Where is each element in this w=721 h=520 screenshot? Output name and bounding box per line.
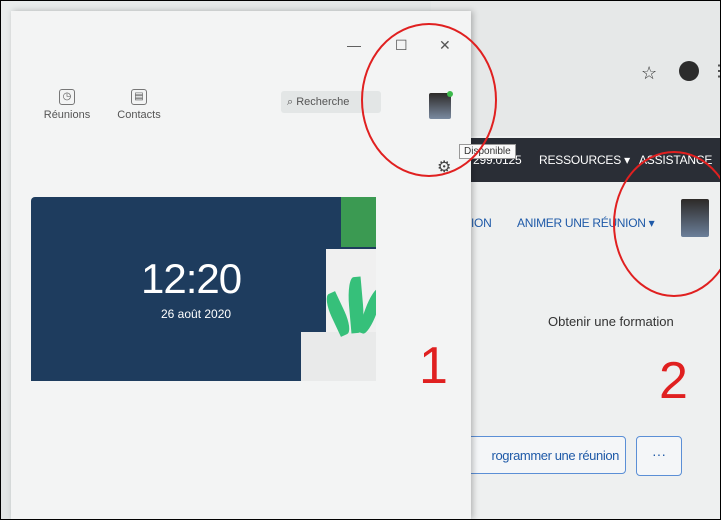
clock-icon: ◷ (59, 89, 75, 105)
bookmark-star-icon[interactable]: ☆ (641, 63, 657, 84)
annotation-number-1: 1 (419, 337, 448, 395)
minimize-button[interactable]: — (347, 37, 361, 53)
more-options-button[interactable]: ··· (636, 436, 682, 476)
subnav-partial[interactable]: ION (471, 216, 492, 230)
nav-contacts[interactable]: ▤ Contacts (109, 89, 169, 121)
current-date: 26 août 2020 (161, 307, 232, 321)
plant-pot-decoration (301, 332, 376, 381)
annotation-number-2: 2 (659, 352, 688, 410)
nav-meetings-label: Réunions (43, 109, 91, 121)
schedule-meeting-button[interactable]: rogrammer une réunion (456, 436, 626, 474)
screenshot-frame: ☆ ⋮ 299.0125 RESSOURCES ▾ ASSISTANCE ION… (0, 0, 721, 520)
browser-profile-icon[interactable] (679, 61, 699, 81)
nav-resources[interactable]: RESSOURCES ▾ (539, 153, 630, 167)
plant-leaf-decoration (341, 197, 376, 247)
browser-menu-icon[interactable]: ⋮ (711, 61, 720, 81)
get-training-text[interactable]: Obtenir une formation (548, 314, 674, 329)
nav-meetings[interactable]: ◷ Réunions (37, 89, 97, 121)
search-placeholder: Recherche (296, 96, 350, 108)
search-icon: ⌕ (287, 96, 297, 108)
nav-contacts-label: Contacts (117, 109, 161, 121)
clock-banner: 12:20 26 août 2020 (31, 197, 376, 381)
contacts-icon: ▤ (131, 89, 147, 105)
current-time: 12:20 (141, 255, 242, 302)
annotation-circle-1 (361, 23, 497, 177)
